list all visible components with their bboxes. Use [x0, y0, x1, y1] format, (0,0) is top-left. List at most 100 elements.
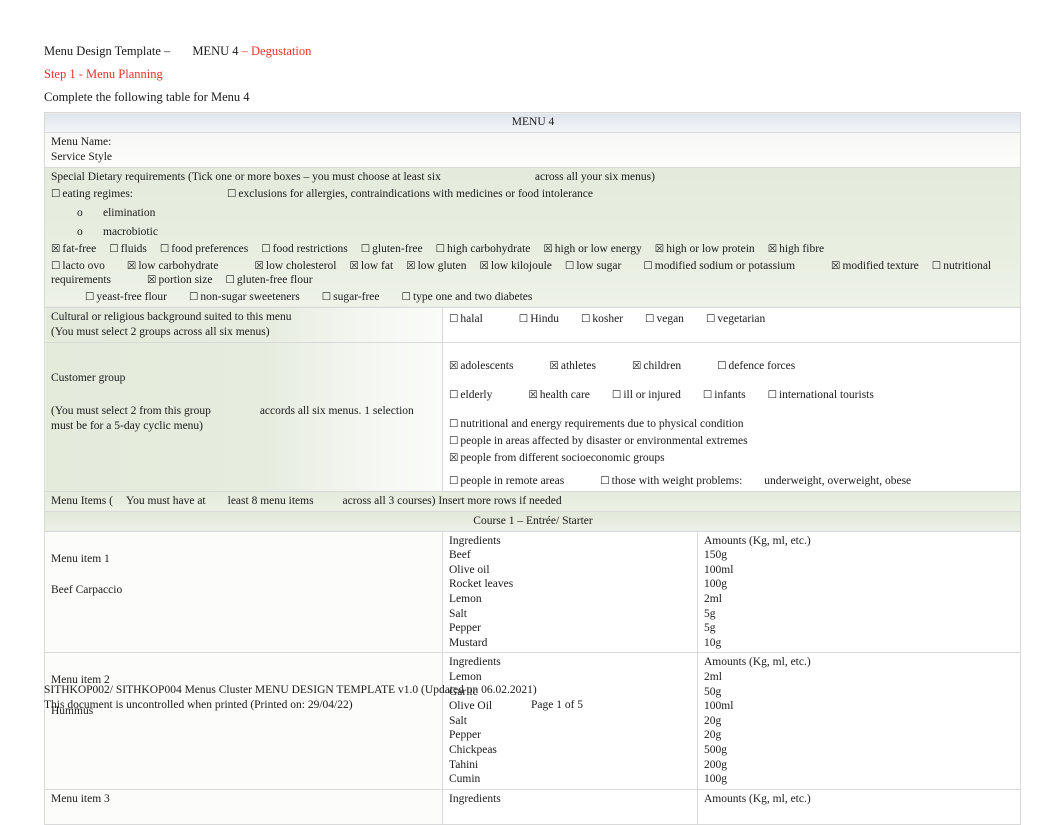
- checkbox-high-or-low-energy[interactable]: ☒: [543, 244, 552, 255]
- checkbox-vegan[interactable]: ☐: [645, 314, 654, 325]
- checkbox-food-preferences[interactable]: ☐: [160, 244, 169, 255]
- checkbox-label-defence-forces: defence forces: [728, 360, 796, 373]
- ingredient-name: Pepper: [449, 729, 481, 742]
- customer-group-label: Customer group: [51, 372, 126, 385]
- checkbox-children[interactable]: ☒: [632, 361, 641, 372]
- checkbox-label-people-in-areas-affected-by-disaster-or-environmental-extremes: people in areas affected by disaster or …: [460, 435, 748, 447]
- checkbox-label-modified-sodium-or-potassium: modified sodium or potassium: [654, 259, 796, 272]
- checkbox-label-low-cholesterol: low cholesterol: [265, 259, 337, 272]
- checkbox-exclusions[interactable]: ☐: [227, 189, 236, 200]
- checkbox-label-vegan: vegan: [656, 313, 684, 326]
- menu-item-label: Menu item 3: [51, 792, 110, 805]
- checkbox-label-fluids: fluids: [120, 242, 147, 255]
- checkbox-athletes[interactable]: ☒: [549, 361, 558, 372]
- checkbox-label-athletes: athletes: [560, 360, 596, 373]
- checkbox-label-those-with-weight-problems: those with weight problems:: [611, 474, 743, 487]
- customer-group-note-line1: (You must select 2 from this group accord…: [51, 404, 437, 419]
- ingredient-amount: 150g: [704, 549, 727, 562]
- checkbox-fat-free[interactable]: ☒: [51, 244, 60, 255]
- special-dietary-text-a: Special Dietary requirements (Tick one o…: [51, 170, 441, 183]
- checkbox-modified-texture[interactable]: ☒: [831, 260, 840, 272]
- ingredient-amount: 2ml: [704, 593, 722, 606]
- table-row: Customer group (You must select 2 from t…: [44, 342, 1022, 492]
- checkbox-label-gluten-free-flour: gluten-free flour: [236, 274, 313, 287]
- cultural-label-a: Cultural or religious background suited …: [51, 311, 292, 324]
- eating-regimes-row: ☐ eating regimes: ☐ exclusions for allergie…: [51, 187, 1015, 202]
- customer-group-label-cell: Customer group (You must select 2 from t…: [44, 342, 443, 492]
- checkbox-low-sugar[interactable]: ☐: [565, 260, 574, 272]
- customer-group-row-4: ☐ people in areas affected by disaster or…: [449, 434, 1015, 449]
- checkbox-high-fibre[interactable]: ☒: [768, 244, 777, 255]
- checkbox-label-international-tourists: international tourists: [778, 389, 874, 402]
- checkbox-ill-or-injured[interactable]: ☐: [612, 390, 621, 401]
- checkbox-fluids[interactable]: ☐: [109, 244, 118, 255]
- checkbox-label-elderly: elderly: [460, 389, 493, 402]
- checkbox-health-care[interactable]: ☒: [528, 390, 537, 401]
- menu-items-part-d: across all 3 courses) Insert more rows i…: [342, 494, 562, 507]
- checkbox-people-from-different-socioeconomic-groups[interactable]: ☒: [449, 453, 458, 464]
- checkbox-high-carbohydrate[interactable]: ☐: [436, 244, 445, 255]
- checkbox-elderly[interactable]: ☐: [449, 390, 458, 401]
- ingredient-amount: 100ml: [704, 563, 734, 576]
- checkbox-food-restrictions[interactable]: ☐: [261, 244, 270, 255]
- footer-line-2-wrap: This document is uncontrolled when print…: [44, 698, 1020, 713]
- checkbox-label-low-sugar: low sugar: [576, 259, 622, 272]
- customer-group-note-a: (You must select 2 from this group: [51, 405, 211, 418]
- checkbox-nutritional-and-energy-requirements-due-to-physical-condition[interactable]: ☐: [449, 419, 458, 430]
- checkbox-international-tourists[interactable]: ☐: [768, 390, 777, 401]
- checkbox-label-yeast-free-flour: yeast-free flour: [96, 291, 167, 304]
- checkbox-yeast-free-flour[interactable]: ☐: [85, 292, 94, 303]
- table-row: Menu item 3 Ingredients Amounts (Kg, ml,…: [44, 788, 1022, 825]
- checkbox-people-in-remote-areas[interactable]: ☐: [449, 476, 458, 487]
- ingredient-name: Tahini: [449, 758, 479, 771]
- ingredient-amount: 5g: [704, 607, 716, 620]
- checkbox-low-carbohydrate[interactable]: ☒: [127, 260, 136, 272]
- ingredients-column-header: Ingredients: [449, 534, 501, 547]
- checkbox-non-sugar-sweeteners[interactable]: ☐: [189, 292, 198, 303]
- checkbox-portion-size[interactable]: ☒: [147, 275, 156, 286]
- checkbox-adolescents[interactable]: ☒: [449, 361, 458, 372]
- title-suffix: – Degustation: [241, 44, 312, 58]
- checkbox-nutritional-requirements[interactable]: ☐: [932, 260, 941, 272]
- checkbox-low-cholesterol[interactable]: ☒: [254, 260, 263, 272]
- customer-group-row-2: ☐ elderly ☒ health care ☐ ill or injured ☐ infa…: [449, 388, 1015, 403]
- checkbox-defence-forces[interactable]: ☐: [717, 361, 726, 372]
- menu-design-table: MENU 4 Menu Name: Service Style Special …: [43, 112, 1022, 825]
- checkbox-those-with-weight-problems[interactable]: ☐: [600, 476, 609, 487]
- checkbox-label-low-carbohydrate: low carbohydrate: [138, 259, 219, 272]
- special-dietary-cell: Special Dietary requirements (Tick one o…: [43, 166, 1022, 309]
- ingredient-name: Salt: [449, 607, 467, 620]
- checkbox-lacto-ovo[interactable]: ☐: [51, 260, 60, 272]
- checkbox-infants[interactable]: ☐: [703, 390, 712, 401]
- ingredient-name: Chickpeas: [449, 744, 497, 756]
- checkbox-halal[interactable]: ☐: [449, 314, 458, 325]
- checkbox-low-gluten[interactable]: ☒: [406, 260, 415, 272]
- ingredients-column-header: Ingredients: [449, 792, 501, 805]
- checkbox-low-fat[interactable]: ☒: [349, 260, 358, 272]
- checkbox-label-fat-free: fat-free: [62, 242, 97, 255]
- checkbox-gluten-free-flour[interactable]: ☐: [225, 275, 234, 286]
- checkbox-kosher[interactable]: ☐: [581, 314, 590, 325]
- customer-group-note-b: accords all six menus. 1 selection: [259, 405, 414, 418]
- checkbox-people-in-areas-affected-by-disaster-or-environmental-extremes[interactable]: ☐: [449, 436, 458, 447]
- checkbox-label-food-restrictions: food restrictions: [272, 242, 348, 255]
- checkbox-high-or-low-protein[interactable]: ☒: [655, 244, 664, 255]
- checkbox-hindu[interactable]: ☐: [519, 314, 528, 325]
- checkbox-sugar-free[interactable]: ☐: [322, 292, 331, 303]
- sub-item-macrobiotic: o macrobiotic: [77, 225, 1015, 240]
- sub-item-label: macrobiotic: [103, 225, 158, 238]
- checkbox-gluten-free[interactable]: ☐: [361, 244, 370, 255]
- ingredient-amount: 20g: [704, 729, 722, 742]
- checkbox-modified-sodium-or-potassium[interactable]: ☐: [643, 260, 652, 272]
- checkbox-type-one-and-two-diabetes[interactable]: ☐: [402, 292, 411, 303]
- checkbox-low-kilojoule[interactable]: ☒: [479, 260, 488, 272]
- amounts-column-header: Amounts (Kg, ml, etc.): [704, 534, 811, 547]
- checkbox-label-modified-texture: modified texture: [842, 259, 919, 272]
- document-page: Menu Design Template – MENU 4 – Degustati…: [0, 0, 1062, 825]
- ingredient-amount: 500g: [704, 744, 727, 756]
- checkbox-eating-regimes[interactable]: ☐: [51, 189, 60, 200]
- checkbox-label-ill-or-injured: ill or injured: [623, 389, 681, 402]
- exclusions-label: exclusions for allergies, contraindicati…: [238, 187, 594, 200]
- checkbox-vegetarian[interactable]: ☐: [706, 314, 715, 325]
- ingredients-column-header: Ingredients: [449, 656, 501, 669]
